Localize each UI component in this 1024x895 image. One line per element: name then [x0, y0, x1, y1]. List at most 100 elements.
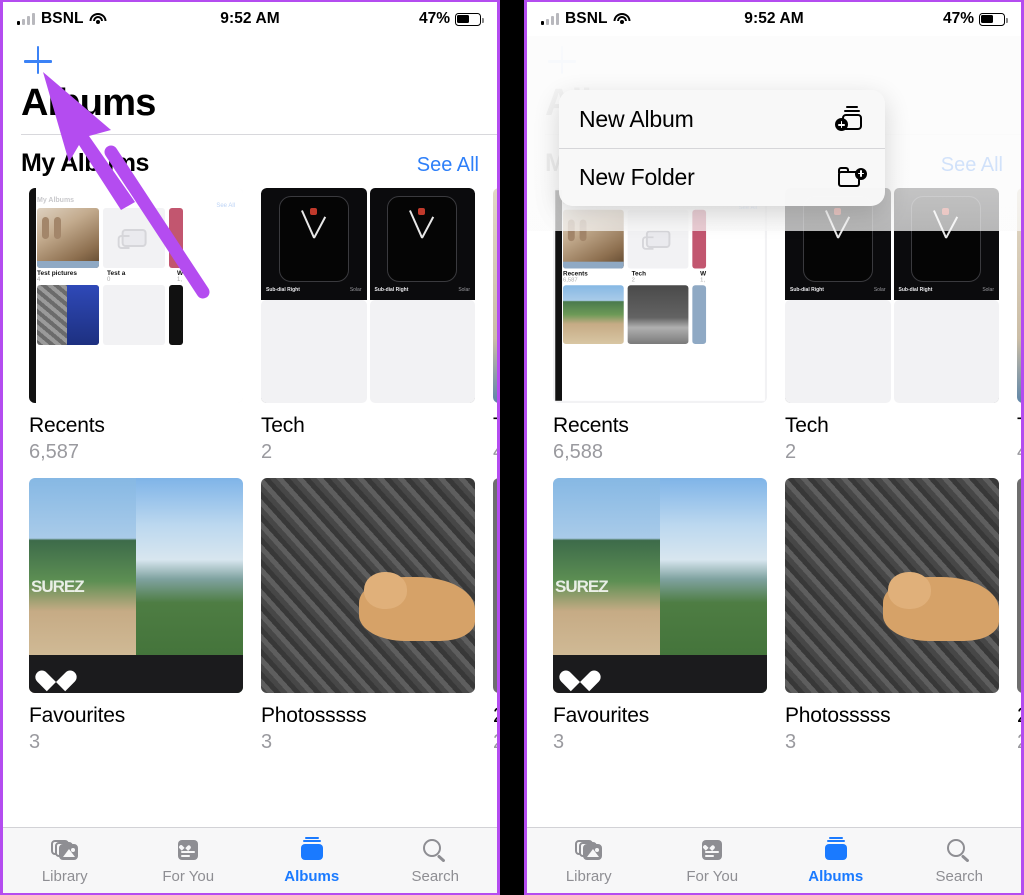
- album-count: 2: [493, 731, 497, 754]
- menu-item-new-folder[interactable]: New Folder: [559, 148, 885, 206]
- cellular-signal-icon: [17, 13, 35, 25]
- carrier-label: BSNL: [41, 10, 84, 27]
- tab-library[interactable]: Library: [3, 837, 127, 885]
- card-heart-icon: [697, 837, 727, 863]
- album-cell-favourites[interactable]: Favourites 3: [29, 477, 243, 754]
- nested-thumb-cat: [627, 285, 689, 344]
- photos-albums-screen-right: BSNL 9:52 AM 47% Albums My Albums See Al…: [527, 2, 1021, 893]
- album-thumbnail[interactable]: [553, 477, 767, 693]
- tab-albums[interactable]: Albums: [774, 836, 898, 885]
- my-albums-section-header: My Albums See All: [3, 135, 497, 188]
- album-title: T: [493, 414, 497, 438]
- nested-thumb-wood: [37, 207, 99, 268]
- photo-stack-icon: [574, 837, 604, 863]
- tab-label: Search: [935, 867, 984, 885]
- album-count: 3: [261, 730, 273, 753]
- album-title: Photosssss: [261, 703, 367, 727]
- album-cell-tech[interactable]: Sub-dial RightSolar Sub-dial BottomDigit…: [261, 187, 475, 464]
- album-cell-peek[interactable]: 2 2: [493, 477, 497, 754]
- tab-albums[interactable]: Albums: [250, 836, 374, 885]
- tab-bar: Library For You Albums Search: [527, 827, 1021, 893]
- nested-see-all: See All: [216, 202, 235, 209]
- see-all-link[interactable]: See All: [417, 154, 479, 177]
- battery-percent-label: 47%: [942, 10, 974, 27]
- add-context-menu: New Album New Folder: [559, 90, 885, 206]
- navigation-bar: [3, 36, 497, 78]
- album-thumbnail[interactable]: My Albums See All Test pictures 4 Test a…: [29, 187, 243, 403]
- menu-item-new-album[interactable]: New Album: [559, 90, 885, 148]
- album-title: Recents: [29, 413, 105, 437]
- album-cell-favourites[interactable]: Favourites 3: [553, 477, 767, 754]
- tab-for-you[interactable]: For You: [127, 837, 251, 885]
- nested-thumb-peek: [692, 285, 707, 344]
- nested-section-heading: My Albums: [37, 196, 75, 204]
- magnifier-icon: [420, 837, 450, 863]
- status-bar-right: 47%: [419, 10, 484, 28]
- album-count: 6,587: [29, 440, 80, 463]
- nested-recents-count: 6,587: [562, 277, 578, 284]
- section-heading: My Albums: [21, 148, 149, 177]
- panel-divider: [500, 0, 524, 895]
- album-count: 3: [785, 730, 797, 753]
- album-thumbnail[interactable]: [493, 477, 497, 693]
- nested-tech-count: 2: [631, 277, 635, 284]
- album-title: 2: [1017, 704, 1021, 728]
- nested-album-a-count: 4: [37, 276, 41, 283]
- tab-label: Library: [41, 867, 88, 885]
- album-grid-row-2: Favourites 3 Photosssss 3 2 2: [3, 477, 497, 754]
- nested-thumb-peek: [169, 207, 183, 268]
- plus-icon[interactable]: [21, 44, 55, 78]
- tab-label: Albums: [808, 867, 864, 885]
- album-cell-peek[interactable]: 2 2: [1017, 477, 1021, 754]
- nested-album-b-title: Test a: [107, 269, 126, 277]
- album-title: T: [1017, 414, 1021, 438]
- tab-label: Library: [565, 867, 612, 885]
- album-thumbnail[interactable]: [261, 477, 475, 693]
- nested-thumb-people: [37, 284, 99, 345]
- watch-row1-value: Solar: [982, 286, 994, 293]
- watch-row1-value: Solar: [349, 286, 362, 293]
- watch-row1-label: Sub-dial Right: [266, 286, 300, 293]
- photo-stack-icon: [50, 837, 80, 863]
- album-thumbnail[interactable]: Sub-dial RightSolar Sub-dial BottomDigit…: [261, 187, 475, 403]
- album-thumbnail[interactable]: [493, 187, 497, 403]
- album-title: Recents: [553, 413, 629, 437]
- battery-icon: [455, 12, 484, 26]
- nested-thumb-landscape: [562, 285, 624, 344]
- nested-album-c-count: 1,: [700, 277, 706, 284]
- album-count: 2: [785, 440, 797, 463]
- status-bar-left: BSNL: [17, 10, 107, 28]
- watch-row1-label: Sub-dial Right: [374, 286, 409, 293]
- album-count: 2: [1017, 731, 1021, 754]
- cellular-signal-icon: [541, 13, 559, 25]
- album-cell-recents[interactable]: My Albums See All Test pictures 4 Test a…: [29, 187, 243, 464]
- album-cell-photosssss[interactable]: Photosssss 3: [785, 477, 999, 754]
- new-folder-icon: [834, 163, 868, 193]
- status-bar: BSNL 9:52 AM 47%: [527, 2, 1021, 36]
- album-grid-row-1: My Albums See All Test pictures 4 Test a…: [3, 187, 497, 464]
- album-count: 4: [493, 441, 497, 464]
- wifi-icon: [613, 12, 631, 26]
- album-thumbnail[interactable]: [29, 477, 243, 693]
- tab-for-you[interactable]: For You: [651, 837, 775, 885]
- album-thumbnail[interactable]: [1017, 477, 1021, 693]
- album-title: Tech: [261, 413, 305, 437]
- status-bar-right: 47%: [942, 10, 1008, 28]
- tab-search[interactable]: Search: [898, 837, 1022, 885]
- album-thumbnail[interactable]: [785, 477, 999, 693]
- status-bar-left: BSNL: [541, 10, 631, 28]
- heart-icon: [567, 662, 593, 686]
- battery-icon: [979, 12, 1008, 26]
- carrier-label: BSNL: [565, 10, 608, 27]
- tab-library[interactable]: Library: [527, 837, 651, 885]
- wifi-icon: [89, 12, 107, 26]
- nested-thumb-dark-peek: [169, 284, 183, 345]
- page-title: Albums: [21, 82, 156, 124]
- heart-icon: [43, 662, 69, 686]
- tab-search[interactable]: Search: [374, 837, 498, 885]
- album-cell-photosssss[interactable]: Photosssss 3: [261, 477, 475, 754]
- right-phone-panel: BSNL 9:52 AM 47% Albums My Albums See Al…: [524, 0, 1024, 895]
- album-title: Favourites: [553, 703, 650, 727]
- album-cell-peek[interactable]: T 4: [493, 187, 497, 464]
- status-bar: BSNL 9:52 AM 47%: [3, 2, 497, 36]
